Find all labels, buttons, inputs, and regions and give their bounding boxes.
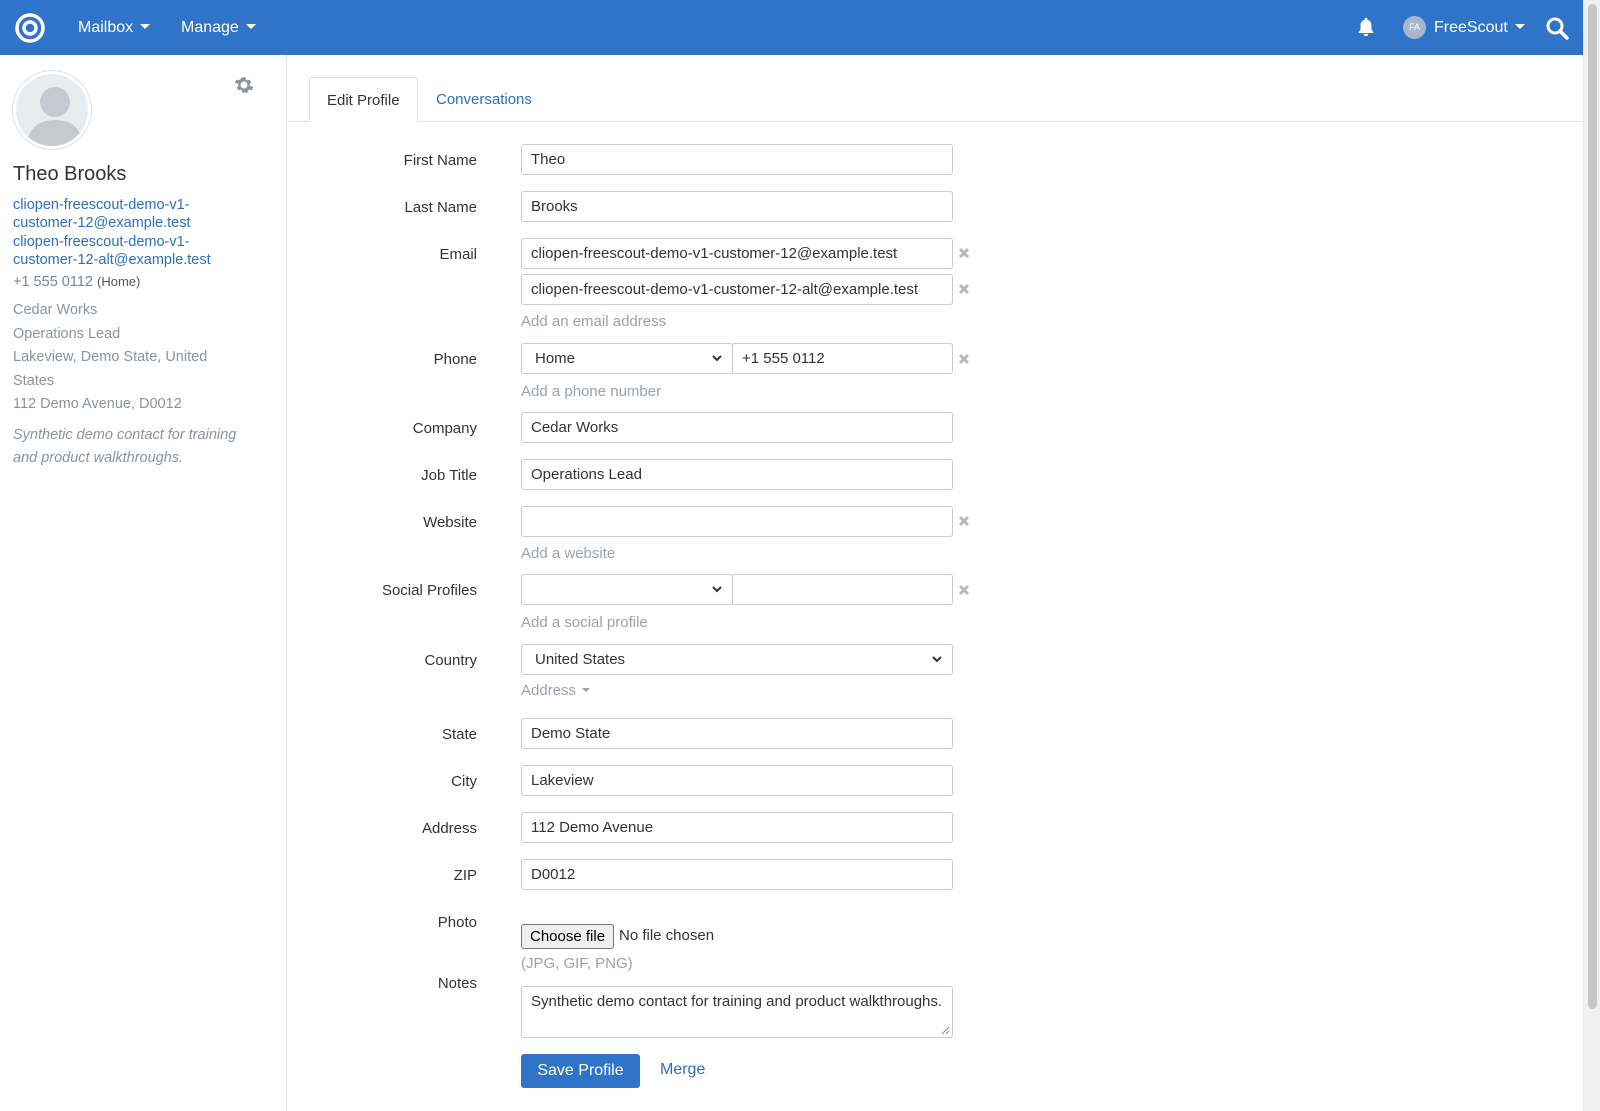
chevron-down-icon: [140, 24, 151, 29]
customer-address: 112 Demo Avenue, D0012: [13, 396, 182, 412]
country-value: United States: [535, 651, 626, 668]
chevron-down-icon: [932, 656, 942, 663]
user-silhouette-icon: [26, 87, 84, 146]
add-social-link[interactable]: Add a social profile: [521, 614, 648, 631]
social-type-select[interactable]: [521, 574, 733, 605]
gear-icon[interactable]: [234, 75, 254, 95]
website-input[interactable]: [521, 506, 953, 537]
state-input[interactable]: Demo State: [521, 718, 953, 749]
top-navbar: Mailbox Manage FA FreeScout: [0, 0, 1583, 55]
manage-menu-label: Manage: [181, 19, 239, 36]
mailbox-menu-label: Mailbox: [78, 19, 134, 36]
merge-link[interactable]: Merge: [660, 1061, 705, 1079]
bell-icon[interactable]: [1355, 16, 1377, 38]
city-label: City: [451, 773, 477, 790]
user-menu[interactable]: FreeScout: [1434, 0, 1525, 55]
customer-phone-number: +1 555 0112: [13, 274, 93, 290]
choose-file-button[interactable]: Choose file: [521, 924, 615, 949]
notes-textarea[interactable]: Synthetic demo contact for training and …: [521, 986, 953, 1038]
freescout-logo-icon[interactable]: [14, 12, 46, 44]
remove-website-icon[interactable]: [958, 515, 970, 527]
resize-handle-icon[interactable]: [941, 1026, 950, 1035]
mailbox-menu[interactable]: Mailbox: [78, 0, 151, 55]
manage-menu[interactable]: Manage: [181, 0, 256, 55]
main-content: Edit Profile Conversations First Name Th…: [288, 55, 1583, 1111]
first-name-input[interactable]: Theo: [521, 144, 953, 175]
customer-note: Synthetic demo contact for training and …: [13, 427, 237, 466]
customer-company: Cedar Works: [13, 302, 98, 318]
chevron-down-icon: [582, 688, 591, 692]
customer-job-title: Operations Lead: [13, 326, 121, 342]
city-input[interactable]: Lakeview: [521, 765, 953, 796]
customer-location: Lakeview, Demo State, United States: [13, 349, 208, 389]
job-title-label: Job Title: [421, 467, 477, 484]
zip-input[interactable]: D0012: [521, 859, 953, 890]
email-input[interactable]: cliopen-freescout-demo-v1-customer-12@ex…: [521, 238, 953, 269]
address-input[interactable]: 112 Demo Avenue: [521, 812, 953, 843]
last-name-input[interactable]: Brooks: [521, 191, 953, 222]
email-label: Email: [439, 246, 477, 263]
user-avatar[interactable]: FA: [1403, 16, 1426, 39]
company-input[interactable]: Cedar Works: [521, 412, 953, 443]
email-input[interactable]: cliopen-freescout-demo-v1-customer-12-al…: [521, 274, 953, 305]
address-toggle-label: Address: [521, 682, 577, 699]
state-label: State: [441, 726, 477, 743]
zip-label: ZIP: [453, 867, 477, 884]
phone-type-select[interactable]: Home: [521, 343, 733, 374]
address-toggle[interactable]: Address: [521, 682, 591, 699]
remove-email-icon[interactable]: [958, 283, 970, 295]
phone-label: Phone: [433, 351, 477, 368]
company-label: Company: [412, 420, 477, 437]
address-label: Address: [421, 820, 477, 837]
remove-email-icon[interactable]: [958, 247, 970, 259]
chevron-down-icon: [1514, 24, 1525, 29]
remove-social-icon[interactable]: [958, 584, 970, 596]
notes-label: Notes: [437, 975, 477, 992]
customer-avatar: [13, 71, 91, 149]
tab-conversations[interactable]: Conversations: [419, 77, 549, 122]
photo-label: Photo: [437, 914, 477, 931]
save-profile-button[interactable]: Save Profile: [521, 1054, 640, 1088]
customer-phone-type: (Home): [97, 274, 141, 289]
chevron-down-icon: [245, 24, 256, 29]
chevron-down-icon: [712, 586, 722, 593]
scrollbar-thumb[interactable]: [1588, 4, 1597, 1009]
customer-email-link[interactable]: cliopen-freescout-demo-v1-customer-12-al…: [13, 233, 243, 269]
chevron-down-icon: [712, 355, 722, 362]
add-website-link[interactable]: Add a website: [521, 545, 615, 562]
last-name-label: Last Name: [404, 199, 477, 216]
country-label: Country: [424, 652, 477, 669]
phone-input[interactable]: +1 555 0112: [732, 343, 953, 374]
social-profile-input[interactable]: [732, 574, 953, 605]
customer-phone: +1 555 0112 (Home): [13, 274, 140, 290]
tab-edit-profile[interactable]: Edit Profile: [309, 77, 418, 123]
add-email-link[interactable]: Add an email address: [521, 313, 666, 330]
customer-email-link[interactable]: cliopen-freescout-demo-v1-customer-12@ex…: [13, 196, 243, 232]
file-status: No file chosen: [619, 927, 715, 944]
page-scrollbar[interactable]: [1583, 0, 1600, 1111]
first-name-label: First Name: [403, 152, 477, 169]
user-menu-label: FreeScout: [1434, 19, 1508, 36]
job-title-input[interactable]: Operations Lead: [521, 459, 953, 490]
photo-hint: (JPG, GIF, PNG): [521, 955, 633, 972]
profile-tabs: Edit Profile Conversations: [288, 77, 1583, 123]
add-phone-link[interactable]: Add a phone number: [521, 383, 661, 400]
search-icon[interactable]: [1545, 16, 1569, 40]
notes-text: Synthetic demo contact for training and …: [531, 993, 943, 1010]
customer-sidebar: Theo Brooks cliopen-freescout-demo-v1-cu…: [0, 55, 287, 1111]
website-label: Website: [423, 514, 477, 531]
remove-phone-icon[interactable]: [958, 353, 970, 365]
social-profiles-label: Social Profiles: [381, 582, 477, 599]
phone-type-value: Home: [535, 350, 576, 367]
country-select[interactable]: United States: [521, 644, 953, 675]
customer-name: Theo Brooks: [13, 163, 127, 185]
